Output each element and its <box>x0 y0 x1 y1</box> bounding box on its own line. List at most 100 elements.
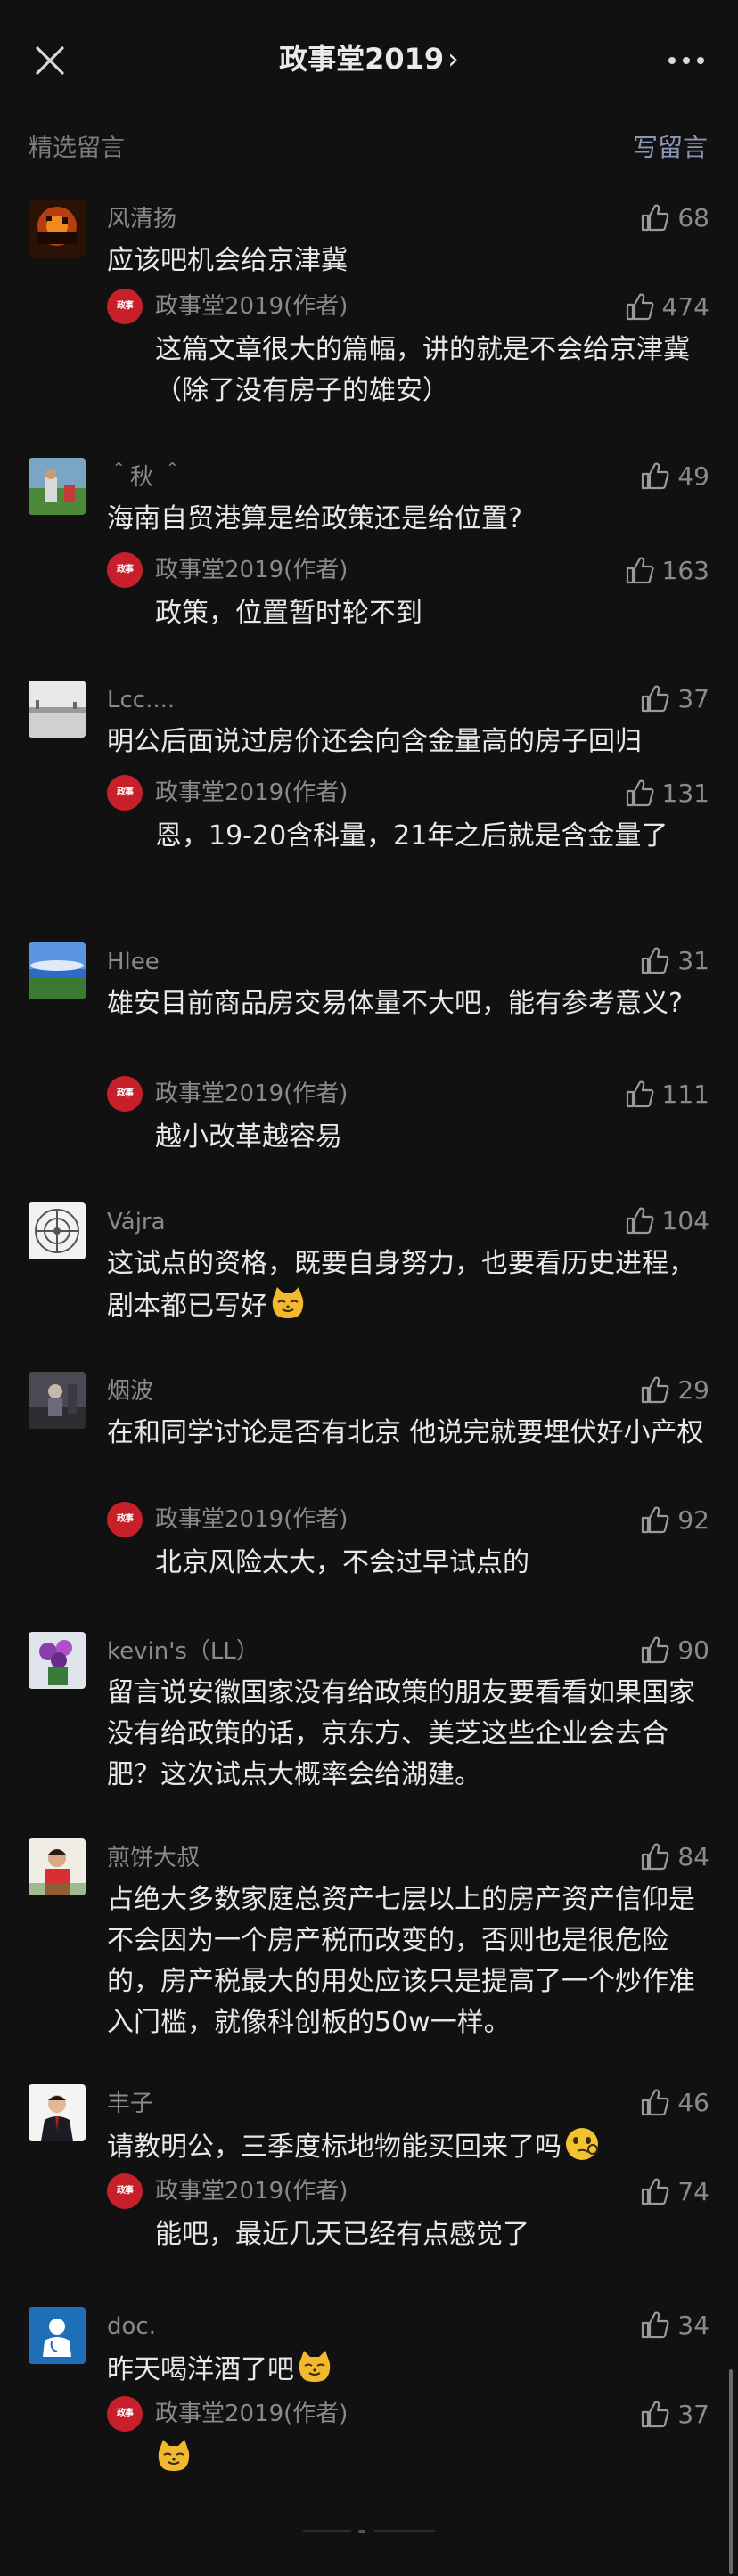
comment-text-content: 这试点的资格，既要自身努力，也要看历史进程，剧本都已写好 <box>107 1248 695 1322</box>
like-count: 474 <box>661 291 709 322</box>
reply-text: 这篇文章很大的篇幅，讲的就是不会给京津冀（除了没有房子的雄安） <box>155 334 690 406</box>
bottom-divider <box>374 2530 435 2532</box>
like-count: 37 <box>677 683 709 713</box>
page-title: 政事堂2019 <box>279 42 445 76</box>
comment-nickname[interactable]: Vájra <box>107 1208 166 1236</box>
like-button[interactable]: 46 <box>640 2084 709 2120</box>
avatar[interactable] <box>29 1202 86 1259</box>
thumbs-up-icon <box>625 1079 655 1109</box>
author-avatar[interactable]: 政事 <box>107 775 143 811</box>
comment-text: 昨天喝洋酒了吧 <box>107 2348 709 2391</box>
avatar[interactable] <box>29 681 86 738</box>
comment-nickname[interactable]: Lcc.... <box>107 686 175 714</box>
comment-nickname[interactable]: Hlee <box>107 948 160 976</box>
comment-nickname[interactable]: kevin's（LL） <box>107 1637 259 1666</box>
comment-text: 这试点的资格，既要自身努力，也要看历史进程，剧本都已写好 <box>107 1243 709 1327</box>
like-button[interactable]: 68 <box>640 200 709 235</box>
thumbs-up-icon <box>640 2176 670 2206</box>
page-title-link[interactable]: 政事堂2019 › <box>0 36 738 82</box>
more-button[interactable] <box>667 53 706 68</box>
avatar[interactable] <box>29 942 86 999</box>
author-name: 政事堂2019(作者) <box>155 2401 348 2427</box>
reply-text: 恩，19-20含科量，21年之后就是含金量了 <box>155 820 668 852</box>
reply-like-button[interactable]: 92 <box>640 1502 709 1537</box>
reply-like-button[interactable]: 37 <box>640 2396 709 2432</box>
bottom-dot <box>358 2530 365 2533</box>
thumbs-up-icon <box>640 1841 670 1871</box>
avatar[interactable] <box>29 1632 86 1689</box>
reply-text: 能吧，最近几天已经有点感觉了 <box>155 2219 529 2250</box>
comment-nickname[interactable]: 风清扬 <box>107 205 176 233</box>
comment-nickname[interactable]: 烟波 <box>107 1377 153 1406</box>
like-count: 68 <box>677 202 709 232</box>
comment-text: 海南自贸港算是给政策还是给位置? <box>107 503 522 534</box>
like-count: 90 <box>677 1634 709 1665</box>
avatar[interactable] <box>29 1372 86 1429</box>
comment-text-content: 请教明公，三季度标地物能买回来了吗 <box>107 2132 562 2163</box>
author-avatar[interactable]: 政事 <box>107 1502 143 1537</box>
like-button[interactable]: 37 <box>640 681 709 716</box>
like-button[interactable]: 90 <box>640 1632 709 1667</box>
like-count: 46 <box>677 2087 709 2117</box>
comment-nickname[interactable]: doc. <box>107 2312 156 2341</box>
avatar[interactable] <box>29 2307 86 2364</box>
like-count: 111 <box>661 1079 709 1109</box>
reply-like-button[interactable]: 163 <box>625 552 709 588</box>
author-avatar[interactable]: 政事 <box>107 1076 143 1112</box>
author-avatar[interactable]: 政事 <box>107 2396 143 2432</box>
thumbs-up-icon <box>640 1634 670 1665</box>
comment-nickname[interactable]: 丰子 <box>107 2090 153 2118</box>
thumbs-up-icon <box>640 1374 670 1405</box>
like-count: 49 <box>677 461 709 491</box>
like-button[interactable]: 34 <box>640 2307 709 2343</box>
like-count: 74 <box>677 2176 709 2206</box>
author-avatar[interactable]: 政事 <box>107 289 143 324</box>
author-name: 政事堂2019(作者) <box>155 1506 348 1533</box>
like-button[interactable]: 84 <box>640 1838 709 1874</box>
like-count: 84 <box>677 1841 709 1871</box>
write-comment-button[interactable]: 写留言 <box>633 128 708 164</box>
author-name: 政事堂2019(作者) <box>155 1080 348 1107</box>
like-button[interactable]: 104 <box>625 1202 709 1238</box>
like-button[interactable]: 29 <box>640 1372 709 1407</box>
like-button[interactable]: 31 <box>640 942 709 978</box>
author-name: 政事堂2019(作者) <box>155 2178 348 2205</box>
thumbs-up-icon <box>640 202 670 232</box>
like-button[interactable]: 49 <box>640 458 709 493</box>
thumbs-up-icon <box>640 2310 670 2340</box>
comment-text: 明公后面说过房价还会向含金量高的房子回归 <box>107 726 642 757</box>
reply-like-button[interactable]: 111 <box>625 1076 709 1112</box>
author-avatar[interactable]: 政事 <box>107 2173 143 2209</box>
thumbs-up-icon <box>640 945 670 975</box>
like-count: 29 <box>677 1374 709 1405</box>
bottom-divider <box>303 2530 351 2532</box>
comment-nickname[interactable]: 煎饼大叔 <box>107 1844 200 1872</box>
author-name: 政事堂2019(作者) <box>155 293 348 320</box>
reply-text: 北京风险太大，不会过早试点的 <box>155 1547 529 1578</box>
thumbs-up-icon <box>625 1205 655 1235</box>
avatar[interactable] <box>29 458 86 515</box>
like-count: 131 <box>661 778 709 808</box>
avatar[interactable] <box>29 200 86 257</box>
thumbs-up-icon <box>640 683 670 713</box>
reply-like-button[interactable]: 474 <box>625 289 709 324</box>
scrollbar[interactable] <box>729 2369 733 2574</box>
avatar[interactable] <box>29 2084 86 2141</box>
reply-text: 政策，位置暂时轮不到 <box>155 598 422 629</box>
comment-text: 占绝大多数家庭总资产七层以上的房产资产信仰是不会因为一个房产税而改变的，否则也是… <box>107 1884 695 2038</box>
cat-emoji-icon <box>296 2348 333 2385</box>
like-count: 37 <box>677 2399 709 2429</box>
thumbs-up-icon <box>625 555 655 585</box>
comment-nickname[interactable]: ＾秋 ＾ <box>107 463 184 492</box>
avatar[interactable] <box>29 1838 86 1895</box>
reply-like-button[interactable]: 131 <box>625 775 709 811</box>
thumbs-up-icon <box>625 291 655 322</box>
reply-like-button[interactable]: 74 <box>640 2173 709 2209</box>
author-avatar[interactable]: 政事 <box>107 552 143 588</box>
comment-text: 雄安目前商品房交易体量不大吧，能有参考意义? <box>107 988 683 1019</box>
section-header: 精选留言 写留言 <box>0 125 738 164</box>
comment-text: 请教明公，三季度标地物能买回来了吗 <box>107 2125 709 2168</box>
like-count: 34 <box>677 2310 709 2340</box>
cat-emoji-icon <box>155 2437 193 2474</box>
reply-text <box>155 2437 709 2480</box>
